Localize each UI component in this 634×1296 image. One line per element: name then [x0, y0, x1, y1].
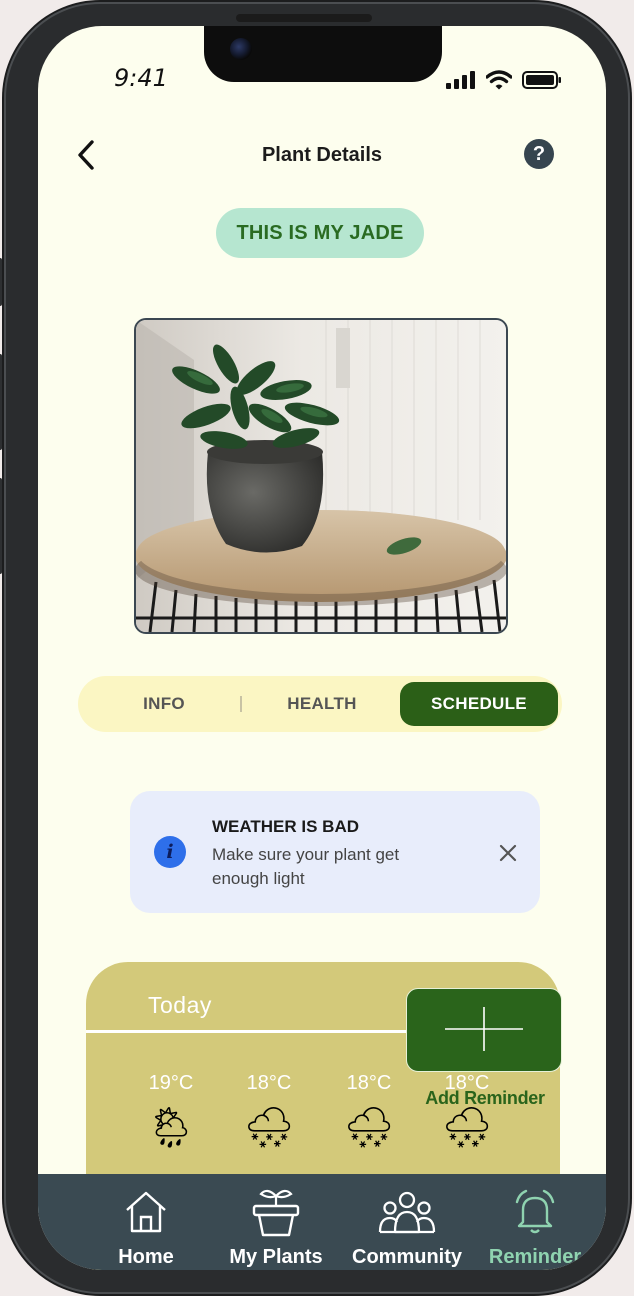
speaker-grille — [236, 14, 372, 22]
app-screen: 9:41 Plant Details ? THIS IS MY JADE INF… — [38, 26, 606, 1270]
info-icon: i — [154, 836, 186, 868]
alert-message: Make sure your plant get enough light — [212, 845, 400, 888]
weather-alert: i WEATHER IS BAD Make sure your plant ge… — [130, 791, 540, 913]
help-button[interactable]: ? — [524, 139, 554, 169]
nav-community-label: Community — [352, 1246, 462, 1268]
signal-icon — [446, 71, 475, 89]
page-title: Plant Details — [261, 144, 383, 166]
tab-divider — [240, 696, 242, 712]
night-snow-rain-cloud-icon: 🌨 — [343, 1106, 395, 1150]
plant-pot-icon — [252, 1189, 300, 1237]
bell-icon — [515, 1189, 555, 1234]
nav-reminder-label: Reminder — [488, 1246, 582, 1268]
phone-frame: 9:41 Plant Details ? THIS IS MY JADE INF… — [0, 2, 630, 1294]
nav-home-label: Home — [118, 1246, 174, 1268]
close-icon — [499, 844, 517, 862]
nav-community[interactable]: Community — [350, 1174, 464, 1270]
front-camera — [230, 38, 252, 60]
forecast-temp: 18°C — [346, 1072, 392, 1094]
tab-health[interactable]: HEALTH — [250, 682, 394, 726]
forecast-item: 19°C 🌦 — [136, 1072, 206, 1153]
bottom-nav: Home My Plants Community Reminder — [38, 1174, 606, 1270]
sun-rain-cloud-icon: 🌦 — [145, 1106, 197, 1150]
wifi-icon — [486, 70, 512, 90]
home-icon — [126, 1191, 166, 1233]
alert-title: WEATHER IS BAD — [212, 817, 360, 836]
volume-down-button — [0, 478, 2, 574]
forecast-temp: 18°C — [246, 1072, 292, 1094]
status-icons — [446, 70, 562, 90]
nav-reminder[interactable]: Reminder — [480, 1174, 590, 1270]
tab-info[interactable]: INFO — [92, 682, 236, 726]
forecast-item: 18°C 🌨 — [432, 1072, 502, 1153]
notch — [204, 26, 442, 82]
forecast-temp: 19°C — [148, 1072, 194, 1094]
tab-schedule[interactable]: SCHEDULE — [400, 682, 558, 726]
plant-name-badge: THIS IS MY JADE — [216, 208, 424, 258]
status-time: 9:41 — [114, 64, 168, 92]
forecast-item: 18°C 🌨 — [334, 1072, 404, 1153]
jade-plant-image — [136, 320, 506, 632]
battery-icon — [522, 71, 561, 89]
close-alert-button[interactable] — [496, 841, 520, 865]
nav-my-plants[interactable]: My Plants — [220, 1174, 332, 1270]
volume-up-button — [0, 354, 2, 450]
plant-photo — [134, 318, 508, 634]
side-button — [0, 258, 2, 306]
night-snow-rain-cloud-icon: 🌨 — [243, 1106, 295, 1150]
weather-heading: Today — [148, 992, 212, 1018]
community-icon — [378, 1191, 436, 1234]
detail-tabs: INFO HEALTH SCHEDULE — [78, 676, 562, 732]
forecast-item: 18°C 🌨 — [234, 1072, 304, 1153]
night-snow-rain-cloud-icon: 🌨 — [441, 1106, 493, 1150]
add-reminder-label: Add Reminder — [425, 1088, 545, 1108]
plus-icon — [445, 1007, 523, 1051]
add-reminder-button[interactable] — [406, 988, 562, 1072]
nav-my-plants-label: My Plants — [229, 1246, 323, 1268]
nav-home[interactable]: Home — [96, 1174, 196, 1270]
